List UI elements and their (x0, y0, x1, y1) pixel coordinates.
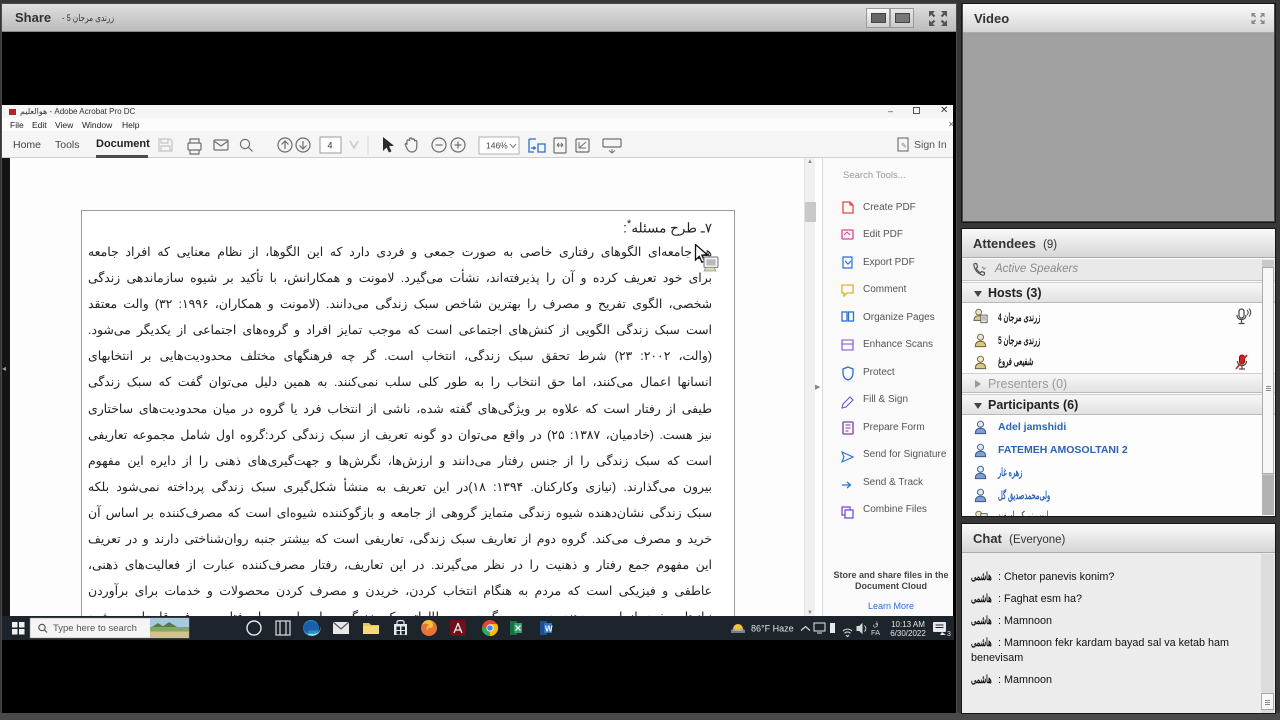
svg-text:86°F Haze: 86°F Haze (751, 624, 794, 634)
svg-text:Type here to search: Type here to search (53, 623, 137, 634)
svg-text:ق: ق (873, 621, 878, 628)
svg-text:✎: ✎ (901, 143, 907, 150)
svg-text:10:13 AM: 10:13 AM (891, 620, 925, 629)
svg-text:146%: 146% (486, 141, 508, 151)
svg-text:FA: FA (871, 628, 880, 637)
svg-text:W: W (545, 625, 553, 634)
svg-text:4: 4 (327, 141, 332, 151)
svg-text:6/30/2022: 6/30/2022 (890, 629, 926, 638)
svg-text:3: 3 (947, 631, 951, 638)
